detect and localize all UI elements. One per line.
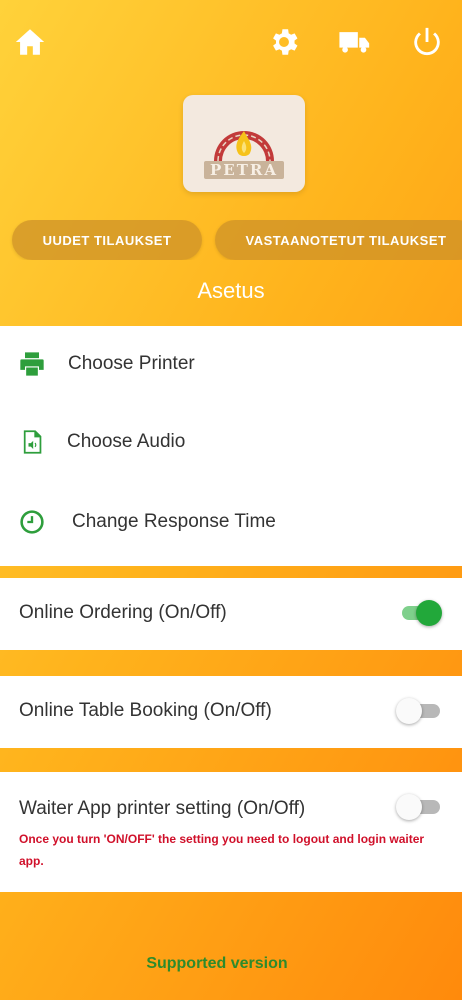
waiter-app-printer-setting: Waiter App printer setting (On/Off) Once… <box>0 772 462 892</box>
online-ordering-label: Online Ordering (On/Off) <box>19 602 227 623</box>
settings-menu: Choose Printer Choose Audio Change Respo… <box>0 326 462 566</box>
logo-text: PETRA <box>204 160 284 179</box>
printer-icon <box>18 350 46 378</box>
app-screen: PETRA UUDET TILAUKSET VASTAANOTETUT TILA… <box>0 0 462 1000</box>
clock-icon <box>18 508 46 536</box>
online-table-booking-toggle[interactable] <box>396 696 442 724</box>
home-icon[interactable] <box>10 22 50 62</box>
choose-audio-label: Choose Audio <box>67 431 186 452</box>
waiter-app-printer-toggle[interactable] <box>396 792 442 820</box>
supported-version-footer: Supported version <box>0 955 462 973</box>
choose-printer-item[interactable]: Choose Printer <box>0 326 462 402</box>
power-icon[interactable] <box>407 22 447 62</box>
audio-file-icon <box>18 428 46 456</box>
online-table-booking-label: Online Table Booking (On/Off) <box>19 700 272 721</box>
top-bar <box>0 0 462 90</box>
restaurant-logo: PETRA <box>183 95 305 192</box>
choose-printer-label: Choose Printer <box>68 353 195 374</box>
online-table-booking-setting: Online Table Booking (On/Off) <box>0 676 462 748</box>
toggle-knob <box>396 698 422 724</box>
tab-new-orders[interactable]: UUDET TILAUKSET <box>12 220 202 260</box>
choose-audio-item[interactable]: Choose Audio <box>0 404 462 480</box>
page-title: Asetus <box>197 278 265 303</box>
tab-accepted-orders[interactable]: VASTAANOTETUT TILAUKSET <box>215 220 462 260</box>
change-response-time-item[interactable]: Change Response Time <box>0 484 462 560</box>
gear-icon[interactable] <box>264 22 304 62</box>
truck-icon[interactable] <box>335 22 375 62</box>
toggle-knob <box>396 794 422 820</box>
online-ordering-setting: Online Ordering (On/Off) <box>0 578 462 650</box>
online-ordering-toggle[interactable] <box>396 598 442 626</box>
order-tabs: UUDET TILAUKSET VASTAANOTETUT TILAUKSET <box>0 220 462 260</box>
waiter-app-printer-label: Waiter App printer setting (On/Off) <box>19 798 306 819</box>
supported-version-text: Supported version <box>146 955 288 972</box>
change-response-time-label: Change Response Time <box>72 511 276 532</box>
toggle-knob <box>416 600 442 626</box>
logout-warning-note: Once you turn 'ON/OFF' the setting you n… <box>19 832 425 868</box>
